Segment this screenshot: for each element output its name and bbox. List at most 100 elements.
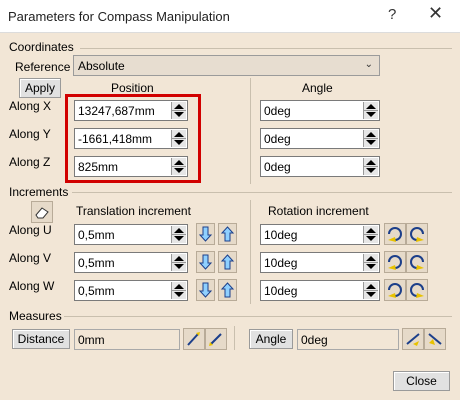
rotation-w-field[interactable]: 10deg — [260, 280, 380, 301]
translate-up-u-button[interactable] — [218, 223, 237, 245]
angle-measure-field: 0deg — [297, 329, 399, 350]
window-title: Parameters for Compass Manipulation — [8, 9, 230, 24]
measure-angle-icon — [428, 333, 442, 345]
measure-distance-tool-2[interactable] — [205, 328, 227, 350]
distance-field: 0mm — [74, 329, 180, 350]
angle-x-field[interactable]: 0deg — [260, 100, 380, 121]
measure-tool-icon — [209, 333, 222, 346]
rotation-w-spinner[interactable] — [363, 282, 378, 299]
measure-angle-icon — [406, 333, 420, 346]
translation-v-value: 0,5mm — [78, 256, 115, 270]
rotation-v-spinner[interactable] — [363, 254, 378, 271]
measure-distance-tool-1[interactable] — [183, 328, 205, 350]
rotate-right-icon — [410, 255, 424, 270]
rotation-increment-header: Rotation increment — [268, 204, 369, 218]
eraser-button[interactable] — [31, 201, 53, 223]
translate-up-v-button[interactable] — [218, 251, 237, 273]
along-y-label: Along Y — [9, 127, 51, 141]
position-z-field[interactable]: 825mm — [74, 156, 188, 177]
position-x-field[interactable]: 13247,687mm — [74, 100, 188, 121]
increments-section-label: Increments — [9, 185, 69, 199]
translation-w-value: 0,5mm — [78, 284, 115, 298]
along-w-label: Along W — [9, 279, 55, 293]
translate-down-v-button[interactable] — [196, 251, 215, 273]
position-z-value: 825mm — [78, 160, 119, 174]
translation-v-spinner[interactable] — [171, 254, 186, 271]
angle-y-spinner[interactable] — [363, 130, 378, 147]
rotation-v-field[interactable]: 10deg — [260, 252, 380, 273]
reference-select[interactable]: Absolute ⌄ — [73, 55, 380, 76]
eraser-icon — [35, 207, 49, 219]
along-v-label: Along V — [9, 251, 52, 265]
chevron-down-icon: ⌄ — [364, 59, 373, 70]
help-button[interactable]: ? — [388, 6, 396, 23]
coordinates-divider — [80, 48, 452, 49]
angle-y-field[interactable]: 0deg — [260, 128, 380, 149]
coordinates-section-label: Coordinates — [9, 40, 74, 54]
angle-y-value: 0deg — [264, 132, 291, 146]
position-z-spinner[interactable] — [171, 158, 186, 175]
rotation-u-value: 10deg — [264, 228, 298, 242]
translation-u-field[interactable]: 0,5mm — [74, 224, 188, 245]
angle-header: Angle — [302, 81, 333, 95]
increments-divider — [72, 192, 452, 193]
position-x-spinner[interactable] — [171, 102, 186, 119]
angle-button[interactable]: Angle — [249, 329, 293, 349]
rotate-ccw-w-button[interactable] — [384, 279, 406, 301]
measure-angle-tool-2[interactable] — [424, 328, 446, 350]
arrow-up-icon — [220, 282, 235, 298]
angle-measure-value: 0deg — [301, 333, 328, 347]
title-bar: Parameters for Compass Manipulation ? ✕ — [0, 0, 460, 33]
arrow-up-icon — [220, 226, 235, 242]
reference-value: Absolute — [78, 59, 125, 73]
translation-v-field[interactable]: 0,5mm — [74, 252, 188, 273]
rotation-v-value: 10deg — [264, 256, 298, 270]
apply-button[interactable]: Apply — [19, 78, 61, 98]
along-u-label: Along U — [9, 223, 52, 237]
rotate-cw-v-button[interactable] — [406, 251, 428, 273]
position-y-value: -1661,418mm — [78, 132, 153, 146]
position-y-field[interactable]: -1661,418mm — [74, 128, 188, 149]
arrow-down-icon — [198, 282, 213, 298]
distance-button[interactable]: Distance — [12, 329, 70, 349]
measure-tool-icon — [187, 332, 200, 346]
translation-w-spinner[interactable] — [171, 282, 186, 299]
rotate-right-icon — [410, 227, 424, 242]
translate-down-u-button[interactable] — [196, 223, 215, 245]
translate-up-w-button[interactable] — [218, 279, 237, 301]
angle-z-field[interactable]: 0deg — [260, 156, 380, 177]
rotation-u-field[interactable]: 10deg — [260, 224, 380, 245]
translation-w-field[interactable]: 0,5mm — [74, 280, 188, 301]
along-x-label: Along X — [9, 99, 52, 113]
rotate-left-icon — [388, 227, 402, 242]
distance-value: 0mm — [78, 333, 105, 347]
rotate-ccw-u-button[interactable] — [384, 223, 406, 245]
reference-label: Reference — [15, 60, 71, 74]
angle-x-spinner[interactable] — [363, 102, 378, 119]
arrow-up-icon — [220, 254, 235, 270]
angle-x-value: 0deg — [264, 104, 291, 118]
close-window-button[interactable]: ✕ — [428, 3, 443, 24]
rotate-cw-u-button[interactable] — [406, 223, 428, 245]
increments-column-divider — [250, 200, 251, 304]
arrow-down-icon — [198, 254, 213, 270]
translation-increment-header: Translation increment — [76, 204, 191, 218]
angle-z-value: 0deg — [264, 160, 291, 174]
along-z-label: Along Z — [9, 155, 51, 169]
translation-u-spinner[interactable] — [171, 226, 186, 243]
rotation-w-value: 10deg — [264, 284, 298, 298]
rotate-left-icon — [388, 283, 402, 298]
angle-z-spinner[interactable] — [363, 158, 378, 175]
position-header: Position — [111, 81, 154, 95]
measure-angle-tool-1[interactable] — [402, 328, 424, 350]
rotate-ccw-v-button[interactable] — [384, 251, 406, 273]
coordinates-column-divider — [250, 78, 251, 184]
position-y-spinner[interactable] — [171, 130, 186, 147]
rotation-u-spinner[interactable] — [363, 226, 378, 243]
close-button[interactable]: Close — [393, 371, 450, 391]
position-x-value: 13247,687mm — [78, 104, 155, 118]
translate-down-w-button[interactable] — [196, 279, 215, 301]
measures-section-label: Measures — [9, 309, 62, 323]
rotate-right-icon — [410, 283, 424, 298]
rotate-cw-w-button[interactable] — [406, 279, 428, 301]
